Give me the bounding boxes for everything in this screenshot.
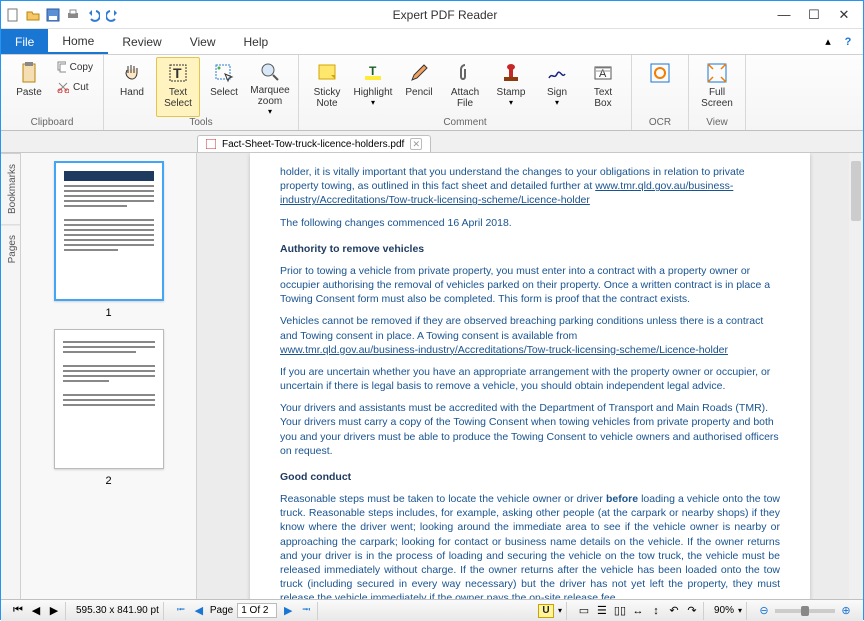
highlight-button[interactable]: THighlight▾ — [351, 57, 395, 117]
thumbnail-number: 2 — [29, 475, 188, 487]
ribbon: Paste Copy Cut Clipboard Hand TText Sele… — [1, 55, 863, 131]
page-first-icon[interactable]: ⭰ — [174, 604, 188, 618]
side-tab-pages[interactable]: Pages — [1, 224, 20, 273]
title-bar: Expert PDF Reader — ☐ ✕ — [1, 1, 863, 29]
svg-text:T: T — [173, 65, 182, 81]
page-field[interactable] — [237, 603, 277, 618]
zoom-slider[interactable] — [775, 609, 835, 613]
group-comment: Sticky Note THighlight▾ Pencil Attach Fi… — [299, 55, 632, 130]
full-screen-button[interactable]: Full Screen — [695, 57, 739, 117]
zoom-in-icon[interactable]: ⊕ — [839, 604, 853, 618]
tab-review[interactable]: Review — [108, 29, 175, 54]
group-label: Comment — [305, 117, 625, 129]
sticky-note-button[interactable]: Sticky Note — [305, 57, 349, 117]
status-bar: ⏮ ◀ ▶ 595.30 x 841.90 pt ⭰ ◀ Page ▶ ⭲ U▾… — [1, 599, 863, 621]
link[interactable]: www.tmr.qld.gov.au/business-industry/Acc… — [280, 344, 728, 356]
svg-text:A: A — [599, 68, 607, 80]
redo-icon[interactable] — [105, 7, 121, 23]
document-tab[interactable]: Fact-Sheet-Tow-truck-licence-holders.pdf… — [197, 135, 431, 152]
thumbnail-1[interactable] — [54, 161, 164, 301]
attach-file-button[interactable]: Attach File — [443, 57, 487, 117]
page-prev-icon[interactable]: ◀ — [192, 604, 206, 618]
heading: Good conduct — [280, 470, 780, 484]
workspace: Bookmarks Pages 1 2 holder, it is vitall… — [1, 153, 863, 599]
window-controls: — ☐ ✕ — [769, 5, 859, 25]
dimensions-label: 595.30 x 841.90 pt — [72, 602, 164, 620]
document-tabs: Fact-Sheet-Tow-truck-licence-holders.pdf… — [1, 131, 863, 153]
ocr-button[interactable] — [638, 57, 682, 117]
menu-bar: File Home Review View Help ▴ ? — [1, 29, 863, 55]
page-next-icon[interactable]: ▶ — [281, 604, 295, 618]
view-continuous-icon[interactable]: ☰ — [595, 604, 609, 618]
pdf-icon — [206, 139, 216, 149]
new-icon[interactable] — [5, 7, 21, 23]
pdf-page: holder, it is vitally important that you… — [250, 153, 810, 599]
file-menu[interactable]: File — [1, 29, 48, 54]
underline-icon[interactable]: U — [538, 604, 554, 618]
text-select-button[interactable]: TText Select — [156, 57, 200, 117]
print-icon[interactable] — [65, 7, 81, 23]
page-last-icon[interactable]: ⭲ — [299, 604, 313, 618]
ribbon-minimize-icon[interactable]: ▴ — [821, 35, 835, 49]
quick-access-toolbar — [5, 7, 121, 23]
thumbnail-2[interactable] — [54, 329, 164, 469]
undo-icon[interactable] — [85, 7, 101, 23]
maximize-button[interactable]: ☐ — [799, 5, 829, 25]
group-ocr: OCR — [632, 55, 689, 130]
pencil-button[interactable]: Pencil — [397, 57, 441, 117]
help-icon[interactable]: ? — [841, 35, 855, 49]
vertical-scrollbar[interactable] — [849, 153, 863, 599]
nav-first-icon[interactable]: ⏮ — [11, 604, 25, 618]
open-icon[interactable] — [25, 7, 41, 23]
document-tab-label: Fact-Sheet-Tow-truck-licence-holders.pdf — [222, 139, 404, 150]
cut-button[interactable]: Cut — [53, 77, 97, 97]
view-single-icon[interactable]: ▭ — [577, 604, 591, 618]
copy-button[interactable]: Copy — [53, 57, 97, 77]
page-label: Page — [210, 605, 233, 616]
tab-help[interactable]: Help — [230, 29, 283, 54]
thumbnails-panel: 1 2 — [21, 153, 197, 599]
thumbnail-number: 1 — [29, 307, 188, 319]
group-clipboard: Paste Copy Cut Clipboard — [1, 55, 104, 130]
scrollbar-thumb[interactable] — [851, 161, 861, 221]
close-tab-icon[interactable]: ✕ — [410, 138, 422, 150]
fit-height-icon[interactable]: ↕ — [649, 604, 663, 618]
group-view: Full Screen View — [689, 55, 746, 130]
zoom-out-icon[interactable]: ⊖ — [757, 604, 771, 618]
svg-text:T: T — [369, 64, 377, 78]
sign-button[interactable]: Sign▾ — [535, 57, 579, 117]
document-view[interactable]: holder, it is vitally important that you… — [197, 153, 863, 599]
nav-prev-icon[interactable]: ◀ — [29, 604, 43, 618]
view-facing-icon[interactable]: ▯▯ — [613, 604, 627, 618]
minimize-button[interactable]: — — [769, 5, 799, 25]
tab-view[interactable]: View — [176, 29, 230, 54]
paste-button[interactable]: Paste — [7, 57, 51, 117]
close-button[interactable]: ✕ — [829, 5, 859, 25]
rotate-right-icon[interactable]: ↷ — [685, 604, 699, 618]
stamp-button[interactable]: Stamp▾ — [489, 57, 533, 117]
rotate-left-icon[interactable]: ↶ — [667, 604, 681, 618]
group-label: OCR — [638, 117, 682, 129]
text-box-button[interactable]: AText Box — [581, 57, 625, 117]
group-tools: Hand TText Select Select Marquee zoom▾ T… — [104, 55, 299, 130]
tab-home[interactable]: Home — [48, 29, 108, 54]
side-tab-bookmarks[interactable]: Bookmarks — [1, 153, 20, 224]
save-icon[interactable] — [45, 7, 61, 23]
hand-button[interactable]: Hand — [110, 57, 154, 117]
group-label: Clipboard — [7, 117, 97, 129]
nav-next-icon[interactable]: ▶ — [47, 604, 61, 618]
group-label: Tools — [110, 117, 292, 129]
zoom-value: 90% — [714, 605, 734, 616]
select-button[interactable]: Select — [202, 57, 246, 117]
group-label: View — [695, 117, 739, 129]
side-tabs: Bookmarks Pages — [1, 153, 21, 599]
heading: Authority to remove vehicles — [280, 242, 780, 256]
app-title: Expert PDF Reader — [121, 8, 769, 22]
fit-width-icon[interactable]: ↔ — [631, 604, 645, 618]
marquee-zoom-button[interactable]: Marquee zoom▾ — [248, 57, 292, 117]
